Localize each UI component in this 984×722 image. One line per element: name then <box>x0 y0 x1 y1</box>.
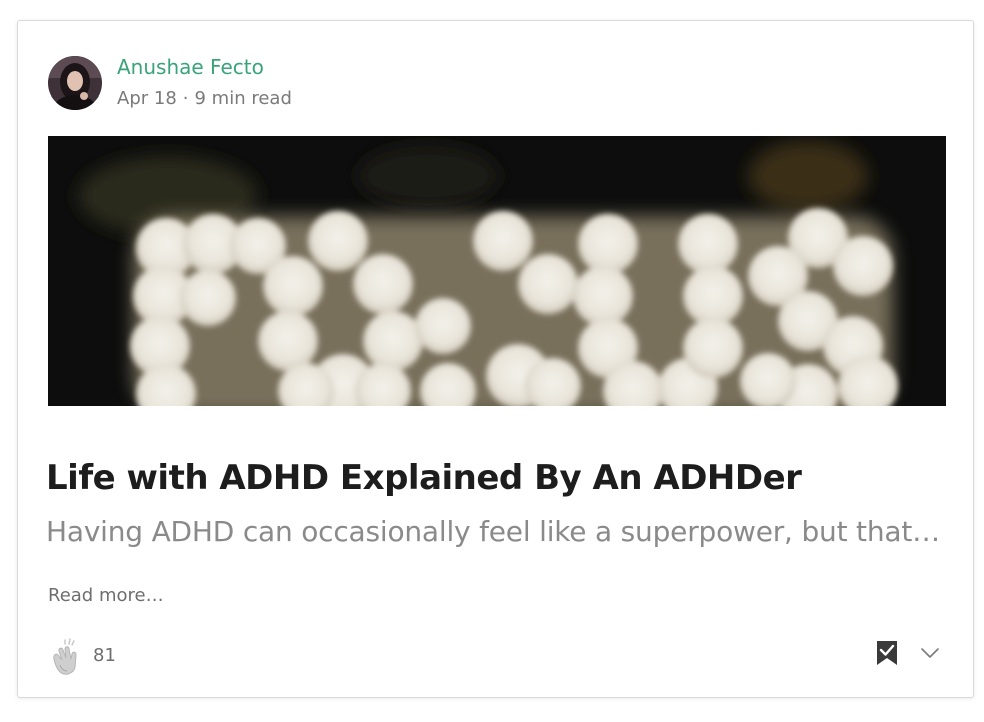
clap-icon <box>48 638 88 681</box>
avatar[interactable] <box>44 48 108 118</box>
author-name[interactable]: Anushae Fecto <box>117 55 264 79</box>
read-time: 9 min read <box>194 88 292 109</box>
chevron-down-icon <box>918 648 942 669</box>
meta-separator: · <box>182 88 189 109</box>
post-card[interactable]: Anushae Fecto Apr 18 · 9 min read Life w… <box>17 20 974 698</box>
bookmark-button[interactable] <box>875 640 899 666</box>
post-title[interactable]: Life with ADHD Explained By An ADHDer <box>46 458 802 498</box>
clap-button[interactable] <box>48 637 88 677</box>
clap-count[interactable]: 81 <box>93 645 116 666</box>
read-more-link[interactable]: Read more… <box>48 585 164 606</box>
bookmark-icon <box>875 641 899 670</box>
post-meta: Apr 18 · 9 min read <box>117 88 292 109</box>
post-date[interactable]: Apr 18 <box>117 88 177 109</box>
more-options-button[interactable] <box>918 641 942 665</box>
post-subtitle[interactable]: Having ADHD can occasionally feel like a… <box>46 515 940 548</box>
hero-image[interactable] <box>48 136 946 406</box>
